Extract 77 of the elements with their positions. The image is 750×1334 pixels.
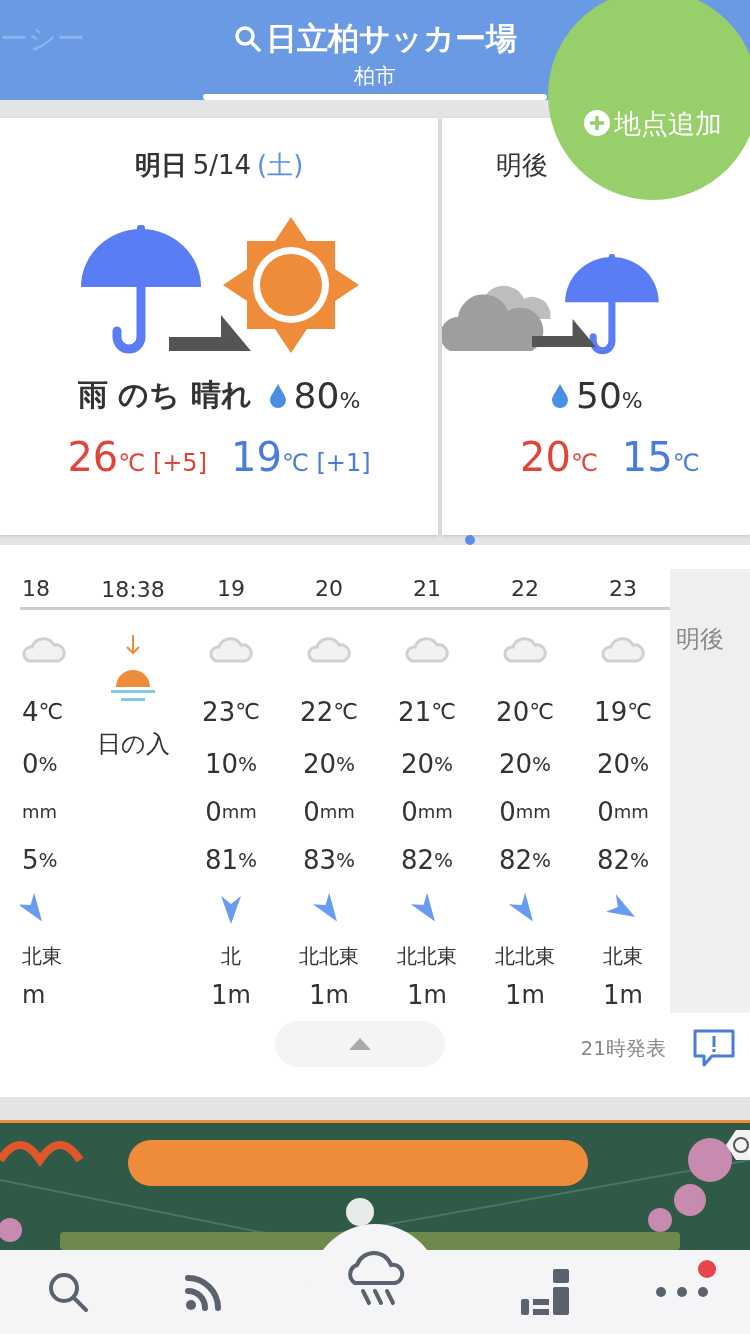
down-arrow-icon — [126, 635, 140, 655]
humidity-cell-text: 82% — [400, 844, 454, 878]
temperature-cell-text: 20℃ — [496, 695, 554, 729]
temperature-cell-text: 19℃ — [594, 695, 652, 729]
more-icon — [655, 1285, 709, 1299]
precipitation-amount: 0mm — [205, 795, 257, 829]
raindrop-icon — [269, 383, 286, 408]
humidity-cell-text: 81% — [204, 844, 258, 878]
feed-icon — [185, 1273, 223, 1311]
high-temperature: 20℃ — [520, 434, 598, 480]
humidity-cell-text: 5% — [22, 844, 58, 878]
raindrop-icon — [552, 383, 568, 408]
low-temperature: 15℃ — [621, 434, 700, 480]
wind-direction: 北北東 — [397, 942, 457, 970]
wind-speed: 1m — [505, 979, 545, 1013]
wind-speed: 1m — [211, 979, 251, 1013]
low-temperature: 19℃ [+1] — [231, 434, 371, 480]
temperature-cell-text: 22℃ — [300, 695, 358, 729]
sun-icon — [221, 215, 361, 355]
precipitation-chance: 50% — [552, 375, 643, 416]
issued-time: 21時発表 — [580, 1034, 666, 1062]
precipitation-chance: 20% — [302, 747, 356, 781]
wind-speed: m — [22, 980, 46, 1012]
date-text: 5/14 — [192, 150, 252, 180]
page-indicator — [465, 535, 475, 545]
precipitation-amount: 0mm — [303, 795, 355, 829]
time-label: 19 — [217, 574, 245, 603]
time-label: 22 — [511, 574, 539, 603]
umbrella-icon — [562, 253, 662, 355]
high-temperature: 26℃ [+5] — [67, 434, 207, 480]
location-subtitle: 柏市 — [354, 63, 396, 90]
ad-info-icon[interactable] — [726, 1130, 750, 1160]
wind-direction: 北東 — [22, 942, 62, 970]
precipitation-amount: mm — [22, 800, 58, 824]
wind-speed: 1m — [309, 979, 349, 1013]
time-label: 23 — [609, 574, 637, 603]
search-icon — [233, 25, 262, 53]
time-label: 21 — [413, 574, 441, 603]
precipitation-chance: 10% — [204, 747, 258, 781]
wind-speed: 1m — [407, 979, 447, 1013]
plus-icon — [584, 110, 610, 136]
wind-direction: 北北東 — [299, 942, 359, 970]
transition-arrow-icon — [169, 315, 251, 351]
precipitation-chance: 0% — [22, 747, 58, 781]
time-label: 18:38 — [101, 575, 165, 604]
next-day-panel[interactable]: 明後 — [670, 569, 750, 1013]
report-icon[interactable] — [692, 1028, 736, 1068]
precipitation-amount: 0mm — [597, 795, 649, 829]
search-icon — [47, 1271, 89, 1313]
time-label: 20 — [315, 574, 343, 603]
precipitation-chance: 80% — [269, 375, 361, 416]
caret-icon — [349, 1038, 371, 1050]
temperature-cell-text: 4℃ — [22, 695, 64, 729]
wind-direction: 北 — [221, 942, 241, 970]
humidity-cell-text: 82% — [596, 844, 650, 878]
time-label: 18 — [22, 574, 50, 603]
ranking-icon — [521, 1269, 571, 1315]
expand-handle[interactable] — [275, 1021, 445, 1067]
day-label: 明後 — [496, 149, 548, 182]
temperature-cell-text: 21℃ — [398, 695, 456, 729]
wind-direction: 北北東 — [495, 942, 555, 970]
humidity-cell-text: 83% — [302, 844, 356, 878]
precipitation-chance: 20% — [400, 747, 454, 781]
temperature-cell-text: 23℃ — [202, 695, 260, 729]
location-title[interactable]: 日立柏サッカー場 — [265, 18, 517, 60]
wind-speed: 1m — [603, 979, 643, 1013]
humidity-cell-text: 82% — [498, 844, 552, 878]
precipitation-chance: 20% — [596, 747, 650, 781]
wind-arrow-icon — [219, 896, 243, 925]
sunset-label: 日の入 — [96, 729, 170, 760]
day-label: 明日 — [134, 149, 187, 182]
wind-direction: 北東 — [603, 942, 643, 970]
precipitation-amount: 0mm — [499, 795, 551, 829]
precipitation-amount: 0mm — [401, 795, 453, 829]
weekday-text: (土) — [257, 149, 304, 182]
weather-summary: 雨 のち 晴れ — [77, 376, 252, 414]
precipitation-chance: 20% — [498, 747, 552, 781]
